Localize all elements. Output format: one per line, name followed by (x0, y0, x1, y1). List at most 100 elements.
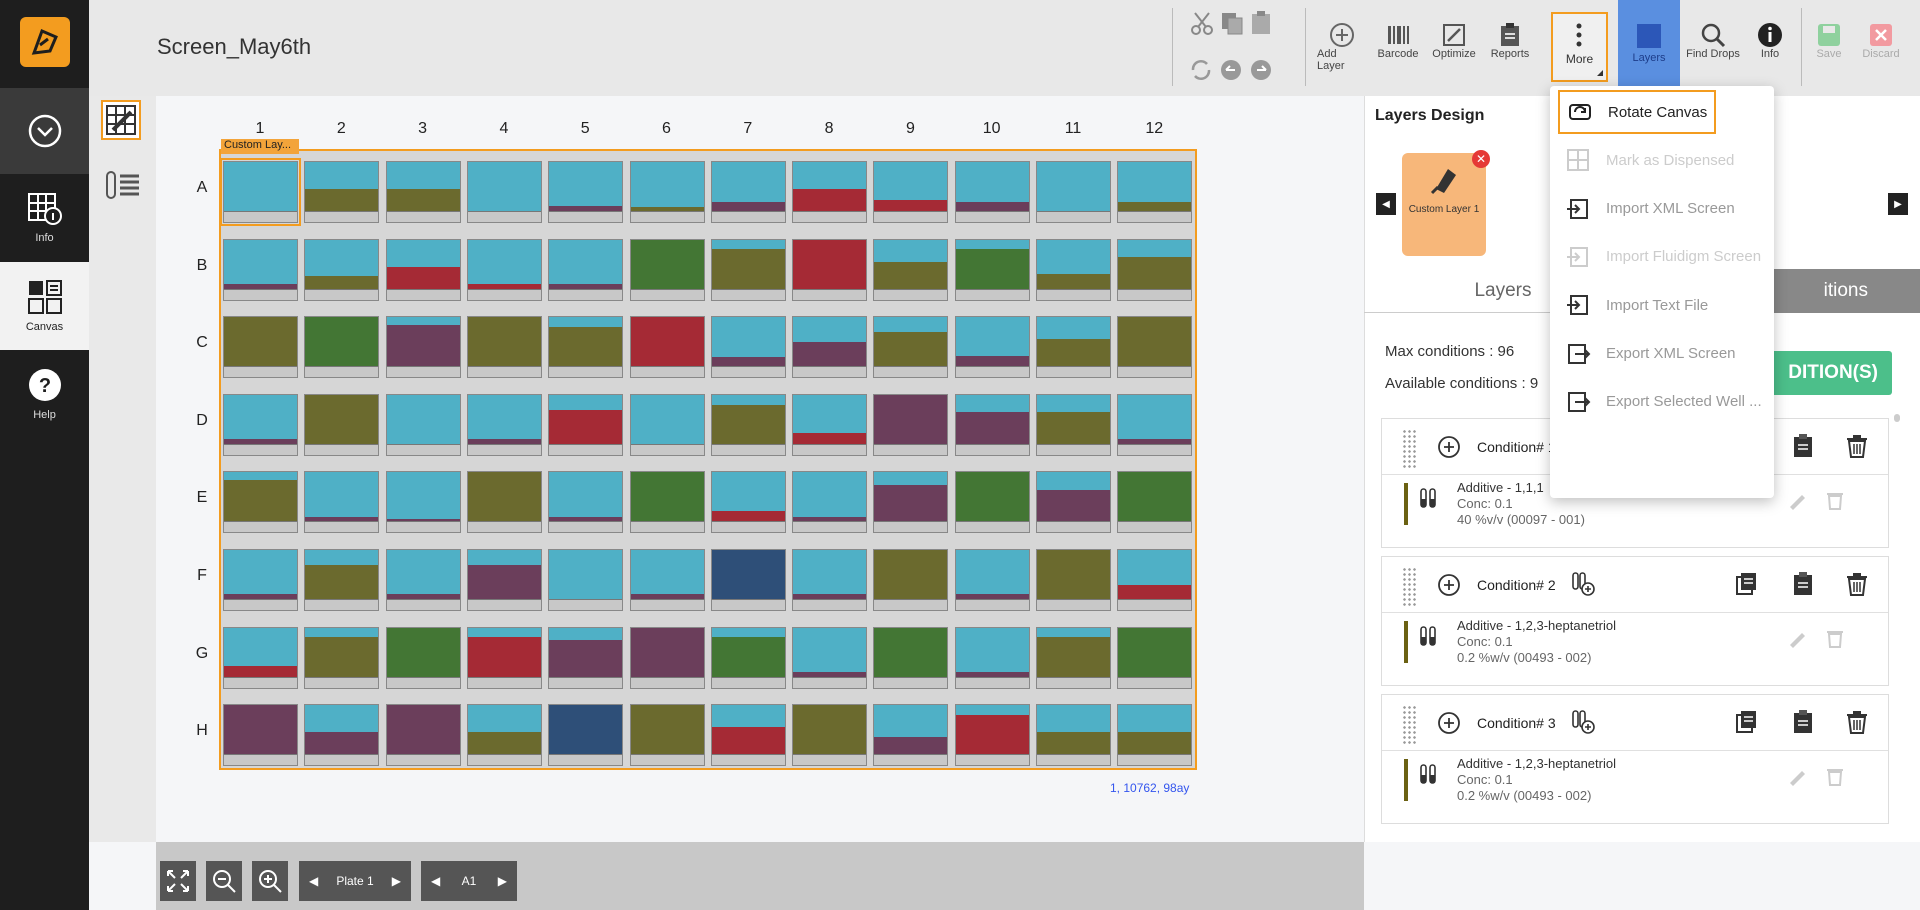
column-label[interactable]: 4 (484, 120, 524, 138)
menu-item-export-selected-well[interactable]: Export Selected Well ... (1558, 380, 1766, 424)
carousel-prev-icon[interactable]: ◀ (1376, 193, 1396, 215)
plate-well[interactable] (873, 316, 949, 379)
delete-reagent-icon[interactable] (1824, 489, 1846, 511)
row-label[interactable]: A (192, 179, 212, 197)
save-button[interactable]: Save (1809, 22, 1849, 60)
plate-well[interactable] (792, 393, 868, 456)
plate-well[interactable] (466, 161, 542, 223)
plate-well[interactable] (792, 704, 868, 767)
plate-well[interactable] (466, 549, 542, 611)
plate-well[interactable] (385, 238, 461, 301)
condition-card[interactable]: Condition# 3 Additive - 1,2,3-heptanetri… (1381, 694, 1889, 824)
column-label[interactable]: 11 (1053, 120, 1093, 138)
plate-well[interactable] (954, 704, 1030, 767)
zoom-in-button[interactable] (252, 861, 288, 901)
plate-well[interactable] (792, 316, 868, 379)
plate-well[interactable] (873, 393, 949, 456)
row-label[interactable]: F (192, 567, 212, 585)
drag-handle[interactable] (1402, 429, 1416, 469)
redo-button[interactable] (1249, 58, 1273, 82)
plate-well[interactable] (710, 626, 786, 689)
copy-condition-icon[interactable] (1734, 571, 1760, 597)
next-well-icon[interactable]: ▶ (498, 874, 507, 888)
plate-well[interactable] (304, 704, 380, 767)
menu-item-import-xml-screen[interactable]: Import XML Screen (1558, 187, 1766, 231)
paste-condition-icon[interactable] (1790, 571, 1816, 597)
plate-well[interactable] (466, 704, 542, 767)
column-label[interactable]: 2 (321, 120, 361, 138)
scrollbar[interactable] (1894, 414, 1900, 422)
column-label[interactable]: 10 (972, 120, 1012, 138)
sidebar-item-canvas[interactable]: Canvas (0, 262, 89, 350)
paste-button[interactable] (1249, 10, 1273, 36)
column-label[interactable]: 9 (890, 120, 930, 138)
plate-well[interactable] (954, 549, 1030, 611)
find-drops-button[interactable]: Find Drops (1684, 22, 1742, 60)
plate-well[interactable] (873, 161, 949, 223)
plate-well[interactable] (1036, 704, 1111, 767)
plate-well[interactable] (223, 549, 298, 611)
plate-well[interactable] (223, 316, 298, 379)
plate-well[interactable] (873, 471, 949, 534)
plate-well[interactable] (548, 626, 624, 689)
undo-button[interactable] (1219, 58, 1243, 82)
column-label[interactable]: 7 (728, 120, 768, 138)
paste-condition-icon[interactable] (1790, 433, 1816, 459)
plate-well[interactable] (548, 549, 624, 611)
plate-well[interactable] (304, 161, 380, 223)
plate-well[interactable] (1117, 316, 1193, 379)
plate-well[interactable] (1117, 626, 1193, 689)
delete-condition-icon[interactable] (1844, 433, 1870, 459)
plate-well[interactable] (1117, 471, 1193, 534)
plate-well[interactable] (1117, 393, 1193, 456)
plate-well[interactable] (629, 161, 705, 223)
plate-well[interactable] (548, 316, 624, 379)
plate-well[interactable] (385, 704, 461, 767)
plate-well[interactable] (954, 626, 1030, 689)
edit-reagent-icon[interactable] (1786, 765, 1808, 787)
column-label[interactable]: 1 (240, 120, 280, 138)
plate-well[interactable] (710, 238, 786, 301)
delete-reagent-icon[interactable] (1824, 765, 1846, 787)
plate-well[interactable] (954, 238, 1030, 301)
plate-well[interactable] (304, 316, 380, 379)
plate-well[interactable] (954, 316, 1030, 379)
plate-well[interactable] (304, 393, 380, 456)
plate-well[interactable] (466, 238, 542, 301)
column-label[interactable]: 6 (647, 120, 687, 138)
plate-well[interactable] (710, 161, 786, 223)
plate-well[interactable] (1036, 161, 1111, 223)
plate-well[interactable] (629, 316, 705, 379)
edit-reagent-icon[interactable] (1786, 627, 1808, 649)
plate-well[interactable] (385, 626, 461, 689)
layers-toggle-button[interactable]: Layers (1618, 0, 1680, 88)
plate-well[interactable] (466, 393, 542, 456)
column-label[interactable]: 3 (403, 120, 443, 138)
plate-well[interactable] (629, 704, 705, 767)
menu-item-export-xml-screen[interactable]: Export XML Screen (1558, 332, 1766, 376)
drag-handle[interactable] (1402, 705, 1416, 745)
plate-well[interactable] (629, 626, 705, 689)
list-view-tool[interactable] (103, 166, 143, 206)
expand-condition-icon[interactable] (1437, 435, 1461, 459)
plate-well[interactable] (466, 471, 542, 534)
layer-card[interactable]: Custom Layer 1 (1402, 153, 1486, 256)
plate-well[interactable] (548, 393, 624, 456)
more-button[interactable]: More (1551, 12, 1608, 82)
plate-well[interactable] (304, 549, 380, 611)
plate-well[interactable] (629, 393, 705, 456)
delete-condition-icon[interactable] (1844, 571, 1870, 597)
plate-well[interactable] (954, 393, 1030, 456)
plate-well[interactable] (1036, 626, 1111, 689)
plate-well[interactable] (792, 549, 868, 611)
plate-well[interactable] (1036, 393, 1111, 456)
add-layer-button[interactable]: Add Layer (1317, 22, 1367, 72)
drag-handle[interactable] (1402, 567, 1416, 607)
plate-well[interactable] (220, 158, 301, 226)
sidebar-item-info[interactable]: Info (0, 174, 89, 262)
row-label[interactable]: C (192, 334, 212, 352)
plate-well[interactable] (304, 626, 380, 689)
plate-well[interactable] (466, 626, 542, 689)
plate-well[interactable] (1117, 704, 1193, 767)
plate-well[interactable] (1117, 549, 1193, 611)
